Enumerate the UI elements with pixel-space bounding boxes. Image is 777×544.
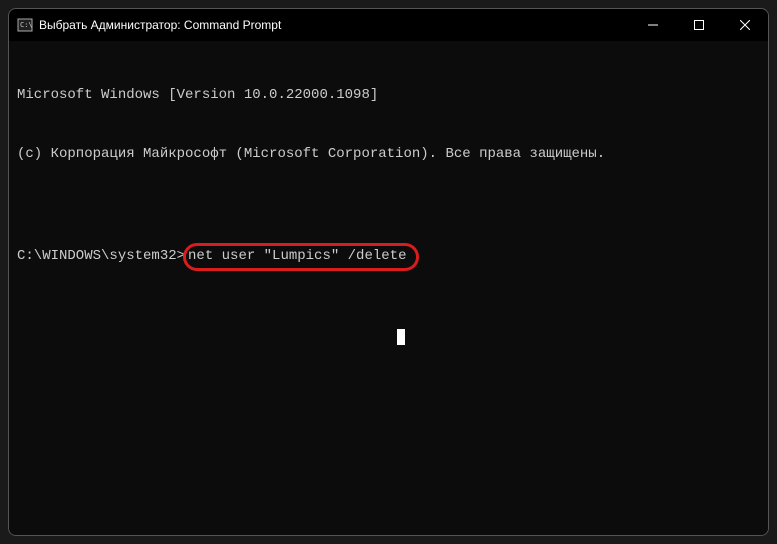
text-cursor [397,329,405,345]
svg-text:C:\: C:\ [20,21,33,29]
command-prompt-window: C:\ Выбрать Администратор: Command Promp… [8,8,769,536]
minimize-button[interactable] [630,9,676,41]
maximize-button[interactable] [676,9,722,41]
close-button[interactable] [722,9,768,41]
window-title: Выбрать Администратор: Command Prompt [39,18,630,32]
terminal-output[interactable]: Microsoft Windows [Version 10.0.22000.10… [9,41,768,535]
output-line-copyright: (c) Корпорация Майкрософт (Microsoft Cor… [17,145,760,165]
window-controls [630,9,768,41]
output-line-version: Microsoft Windows [Version 10.0.22000.10… [17,86,760,106]
titlebar[interactable]: C:\ Выбрать Администратор: Command Promp… [9,9,768,41]
command-highlight: net user "Lumpics" /delete [183,243,419,271]
cmd-icon: C:\ [17,17,33,33]
command-line: C:\WINDOWS\system32>net user "Lumpics" /… [17,243,760,271]
typed-command: net user "Lumpics" /delete [188,247,406,267]
prompt-path: C:\WINDOWS\system32> [17,247,185,267]
